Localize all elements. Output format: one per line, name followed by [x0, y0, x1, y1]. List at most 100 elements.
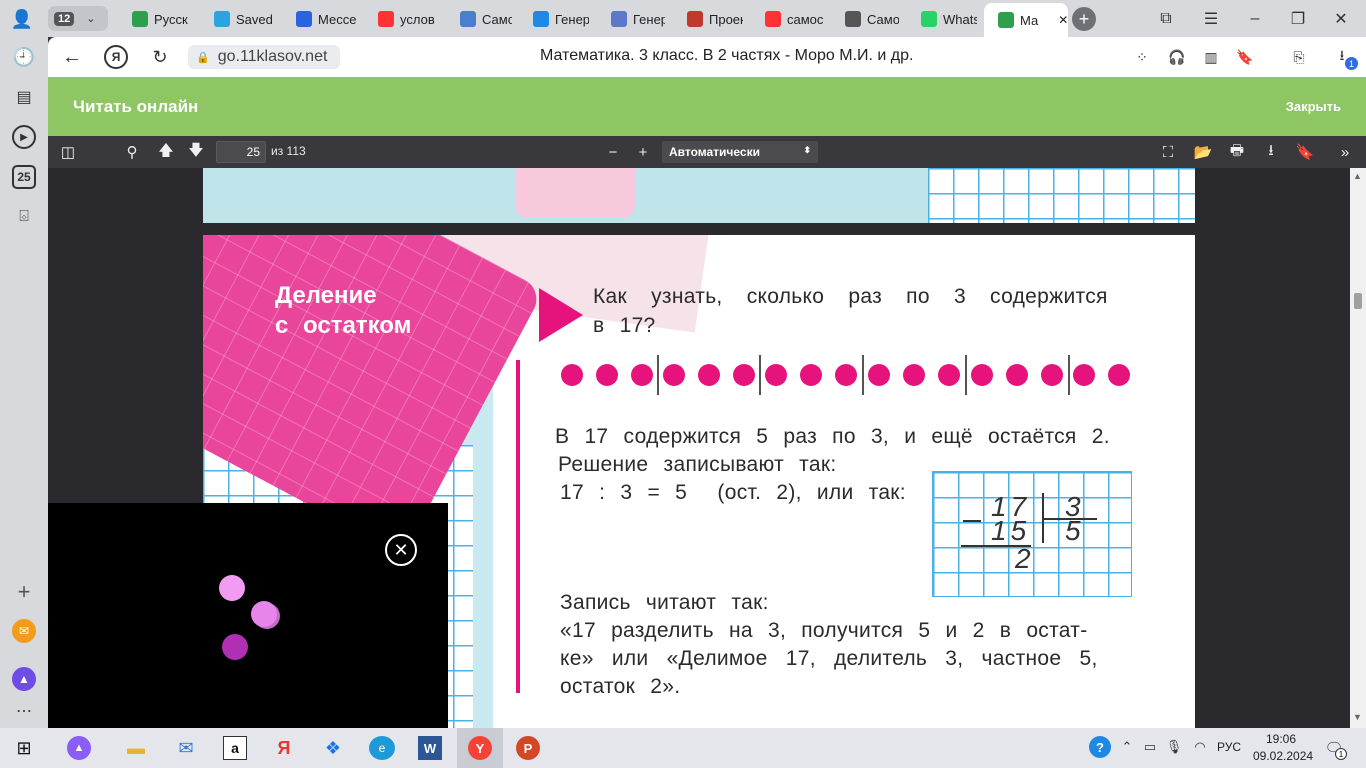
tab-2[interactable]: Saved: [200, 5, 274, 33]
text-line-5: «17 разделить на 3, получится 5 и 2 в ос…: [560, 619, 1088, 642]
tab-counter[interactable]: 12 ⌄: [48, 6, 108, 31]
menu-icon[interactable]: ☰: [1200, 8, 1222, 30]
tab-bar: 👤 12 ⌄ Русск Saved Мессе услов Самос Генер Ген…: [0, 0, 1366, 37]
tab-3[interactable]: Мессе: [282, 5, 356, 33]
notification-count: 1: [1335, 748, 1347, 760]
wifi-icon[interactable]: ◠: [1190, 737, 1210, 757]
remainder: 2: [1015, 543, 1031, 574]
mail-app-icon[interactable]: ✉: [173, 736, 199, 760]
restore-icon[interactable]: ❐: [1287, 8, 1309, 30]
dropbox-icon[interactable]: ❖: [320, 736, 346, 760]
minimize-icon[interactable]: –: [1244, 8, 1266, 30]
loading-dot: [222, 634, 248, 660]
zoom-in-icon[interactable]: +: [633, 142, 653, 162]
scroll-thumb[interactable]: [1354, 293, 1362, 309]
previous-page: [203, 168, 1195, 223]
tab-10[interactable]: Самос: [831, 5, 899, 33]
close-reader-button[interactable]: Закрыть: [1286, 99, 1341, 114]
sidebar-badge[interactable]: 25: [12, 165, 36, 189]
yandex-browser-icon[interactable]: Я: [271, 736, 297, 760]
share-icon[interactable]: ⎘: [1288, 46, 1310, 68]
page-count: из 113: [271, 144, 306, 158]
search-icon[interactable]: ⚲: [122, 142, 142, 162]
site-icon: [460, 11, 476, 27]
back-icon[interactable]: ←: [60, 45, 84, 69]
close-icon[interactable]: ✕: [1330, 8, 1352, 30]
clock-date[interactable]: 09.02.2024: [1253, 749, 1313, 763]
scroll-up-icon[interactable]: ▲: [1353, 171, 1362, 181]
powerpoint-icon[interactable]: P: [516, 736, 540, 760]
tab-8[interactable]: Проек: [673, 5, 743, 33]
zoom-out-icon[interactable]: −: [603, 142, 623, 162]
open-file-icon[interactable]: 📂: [1193, 142, 1213, 162]
reader-icon[interactable]: ▥: [1200, 46, 1222, 68]
text-line-4: Запись читают так:: [560, 591, 769, 614]
video-overlay[interactable]: ✕: [48, 503, 448, 728]
tab-7[interactable]: Генер: [597, 5, 665, 33]
tab-5[interactable]: Самос: [446, 5, 512, 33]
user-icon[interactable]: 👤: [10, 7, 34, 31]
tab-4[interactable]: услов: [364, 5, 438, 33]
presentation-icon[interactable]: ⛶: [1158, 142, 1178, 162]
language-indicator[interactable]: РУС: [1217, 740, 1241, 754]
sidebar-toggle-icon[interactable]: ◫: [58, 142, 78, 162]
prev-page-icon[interactable]: 🡅: [156, 142, 176, 162]
owl-icon: [845, 11, 861, 27]
vertical-scrollbar[interactable]: ▲ ▼: [1350, 168, 1366, 728]
url-pill[interactable]: 🔒 go.11klasov.net: [188, 45, 340, 69]
edge-icon[interactable]: e: [369, 736, 395, 760]
next-page-icon[interactable]: 🡇: [186, 142, 206, 162]
counting-dot: [663, 364, 685, 386]
mic-icon[interactable]: 🎙: [1164, 737, 1184, 757]
amazon-icon[interactable]: a: [223, 736, 247, 760]
bookmark-icon[interactable]: 🔖: [1295, 142, 1315, 162]
notes-icon[interactable]: ▤: [12, 85, 36, 109]
yandex-app-icon[interactable]: Y: [468, 736, 492, 760]
more-tools-icon[interactable]: »: [1335, 142, 1355, 162]
alice-icon[interactable]: ▲: [67, 736, 91, 760]
help-icon[interactable]: ?: [1089, 736, 1111, 758]
close-video-icon[interactable]: ✕: [385, 534, 417, 566]
tray-chevron-icon[interactable]: ⌃: [1118, 737, 1136, 757]
mail-icon[interactable]: ✉: [12, 619, 36, 643]
collections-icon[interactable]: ⧉: [1155, 8, 1177, 30]
page-title: Математика. 3 класс. В 2 частях - Моро М…: [540, 47, 914, 64]
zoom-select[interactable]: Автоматически ⬍: [662, 141, 818, 163]
word-icon[interactable]: W: [418, 736, 442, 760]
close-tab-icon[interactable]: ✕: [1058, 13, 1068, 27]
counting-dot: [800, 364, 822, 386]
windows-start-icon[interactable]: ⊞: [12, 736, 36, 760]
extensions-icon[interactable]: ⁘: [1131, 46, 1153, 68]
play-icon[interactable]: ▶: [12, 125, 36, 149]
file-explorer-icon[interactable]: ▬: [123, 736, 149, 760]
pink-tab-shape: [515, 168, 635, 218]
save-icon[interactable]: ⭳: [1261, 142, 1281, 162]
tab-label: услов: [400, 11, 435, 27]
history-icon[interactable]: 🕘: [12, 45, 36, 69]
page-number-input[interactable]: 25: [216, 141, 266, 163]
yandex-icon[interactable]: Я: [104, 45, 128, 69]
add-icon[interactable]: +: [12, 579, 36, 604]
clock-time[interactable]: 19:06: [1266, 732, 1296, 746]
tab-1[interactable]: Русск: [118, 5, 192, 33]
bookmark-icon[interactable]: 🔖: [1234, 46, 1256, 68]
print-icon[interactable]: 🖶: [1227, 142, 1247, 162]
more-icon[interactable]: ⋯: [12, 699, 36, 723]
tab-6[interactable]: Генер: [519, 5, 589, 33]
counting-dot: [1006, 364, 1028, 386]
counting-dot: [561, 364, 583, 386]
tab-12[interactable]: Ма ✕: [984, 3, 1068, 37]
new-tab-button[interactable]: +: [1072, 7, 1096, 31]
group-separator: [862, 355, 864, 395]
headphones-icon[interactable]: 🎧: [1166, 46, 1188, 68]
taskbar: ⊞ ▲ ▬ ✉ a Я ❖ e W Y P ? ⌃ ▭ 🎙 ◠ РУС 19:0…: [0, 728, 1366, 768]
tab-9[interactable]: самос: [751, 5, 823, 33]
reload-icon[interactable]: ↻: [148, 45, 172, 69]
battery-icon[interactable]: ▭: [1140, 737, 1160, 757]
tab-11[interactable]: Whats: [907, 5, 977, 33]
screenshot-icon[interactable]: ⌺: [12, 205, 36, 229]
alice-icon[interactable]: ▲: [12, 667, 36, 691]
scroll-down-icon[interactable]: ▼: [1353, 712, 1362, 722]
yandex-icon: [765, 11, 781, 27]
loading-dot: [251, 601, 277, 627]
